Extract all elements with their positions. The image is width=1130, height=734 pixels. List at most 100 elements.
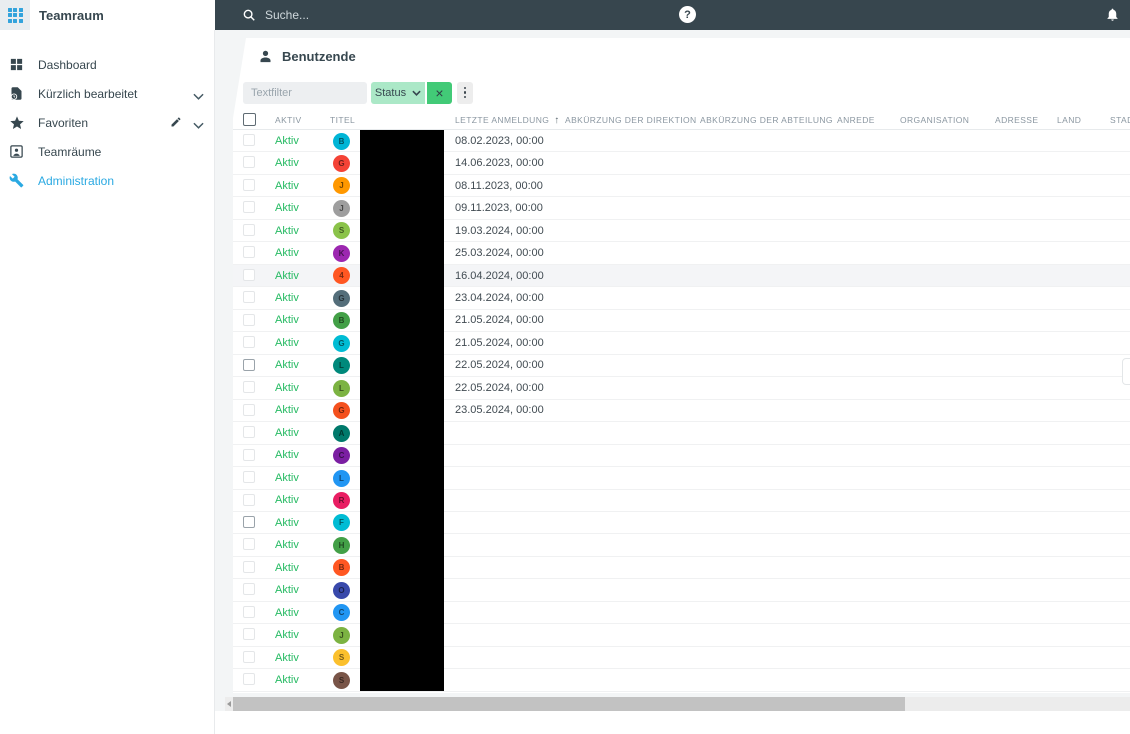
- status-active-label: Aktiv: [275, 265, 299, 286]
- status-filter-chip[interactable]: Status: [371, 82, 425, 104]
- avatar: O: [333, 582, 350, 599]
- row-checkbox[interactable]: [243, 651, 255, 663]
- avatar: B: [333, 133, 350, 150]
- row-checkbox[interactable]: [243, 179, 255, 191]
- column-header-stadt[interactable]: STADT: [1110, 110, 1130, 130]
- row-checkbox[interactable]: [243, 201, 255, 213]
- row-checkbox[interactable]: [243, 606, 255, 618]
- sidebar-item-label: Kürzlich bearbeitet: [38, 87, 137, 101]
- column-header-abkürzung-der-direktion[interactable]: ABKÜRZUNG DER DIREKTION: [565, 110, 697, 130]
- clear-status-filter-button[interactable]: ×: [427, 82, 452, 104]
- avatar: J: [333, 627, 350, 644]
- status-active-label: Aktiv: [275, 332, 299, 353]
- column-header-aktiv[interactable]: AKTIV: [275, 110, 302, 130]
- app-launcher-button[interactable]: [0, 0, 30, 30]
- row-checkbox[interactable]: [243, 471, 255, 483]
- avatar: S: [333, 649, 350, 666]
- sidebar-item-k-rzlich-bearbeitet[interactable]: Kürzlich bearbeitet: [0, 79, 214, 108]
- row-checkbox[interactable]: [243, 494, 255, 506]
- status-active-label: Aktiv: [275, 557, 299, 578]
- status-active-label: Aktiv: [275, 242, 299, 263]
- text-filter-input[interactable]: [243, 82, 367, 104]
- pencil-icon[interactable]: [170, 115, 182, 133]
- notifications-bell-icon[interactable]: [1105, 6, 1120, 28]
- sidebar-item-administration[interactable]: Administration: [0, 166, 214, 195]
- row-checkbox[interactable]: [243, 224, 255, 236]
- sidebar-item-label: Teamräume: [38, 145, 101, 159]
- avatar: B: [333, 559, 350, 576]
- topbar: Teamraum Suche... ?: [0, 0, 1130, 30]
- global-search[interactable]: Suche...: [242, 8, 309, 22]
- row-checkbox[interactable]: [243, 246, 255, 258]
- avatar: C: [333, 447, 350, 464]
- row-checkbox[interactable]: [243, 156, 255, 168]
- more-options-button[interactable]: [457, 82, 473, 104]
- sidebar: Dashboard Kürzlich bearbeitet Favoriten Tea…: [0, 30, 215, 734]
- topbar-dark: Suche... ?: [215, 0, 1130, 30]
- app-root: Teamraum Suche... ? Dashboard Kürzlich be…: [0, 0, 1130, 734]
- status-active-label: Aktiv: [275, 602, 299, 623]
- sidebar-item-dashboard[interactable]: Dashboard: [0, 50, 214, 79]
- avatar: G: [333, 402, 350, 419]
- row-checkbox[interactable]: [243, 538, 255, 550]
- column-header-abkürzung-der-abteilung[interactable]: ABKÜRZUNG DER ABTEILUNG: [700, 110, 833, 130]
- last-login-value: 16.04.2024, 00:00: [455, 265, 544, 286]
- status-active-label: Aktiv: [275, 152, 299, 173]
- chevron-down-icon[interactable]: [193, 87, 204, 105]
- status-active-label: Aktiv: [275, 490, 299, 511]
- wrench-icon: [8, 172, 25, 189]
- scroll-left-arrow-icon[interactable]: [227, 701, 231, 707]
- horizontal-scrollbar[interactable]: [225, 697, 1130, 711]
- row-checkbox[interactable]: [243, 449, 255, 461]
- row-checkbox[interactable]: [243, 628, 255, 640]
- status-active-label: Aktiv: [275, 310, 299, 331]
- row-checkbox[interactable]: [243, 336, 255, 348]
- column-header-organisation[interactable]: ORGANISATION: [900, 110, 969, 130]
- sidebar-item-teamr-ume[interactable]: Teamräume: [0, 137, 214, 166]
- column-header-anrede[interactable]: ANREDE: [837, 110, 875, 130]
- sidebar-item-label: Administration: [38, 174, 114, 188]
- sort-ascending-icon: ↑: [554, 115, 559, 126]
- column-header-letzte-anmeldung[interactable]: LETZTE ANMELDUNG↑: [455, 110, 560, 130]
- help-icon[interactable]: ?: [679, 6, 696, 23]
- row-checkbox[interactable]: [243, 269, 255, 281]
- last-login-value: 08.02.2023, 00:00: [455, 130, 544, 151]
- page-title: Benutzende: [282, 49, 356, 64]
- column-header-adresse[interactable]: ADRESSE: [995, 110, 1038, 130]
- dashboard-icon: [8, 56, 25, 73]
- app-grid-icon: [8, 8, 23, 23]
- row-checkbox[interactable]: [243, 583, 255, 595]
- status-active-label: Aktiv: [275, 512, 299, 533]
- status-active-label: Aktiv: [275, 669, 299, 690]
- row-checkbox[interactable]: [243, 359, 255, 371]
- avatar: C: [333, 604, 350, 621]
- column-header-land[interactable]: LAND: [1057, 110, 1081, 130]
- avatar: G: [333, 335, 350, 352]
- row-checkbox[interactable]: [243, 404, 255, 416]
- avatar: H: [333, 537, 350, 554]
- scrollbar-thumb[interactable]: [233, 697, 905, 711]
- status-active-label: Aktiv: [275, 445, 299, 466]
- row-checkbox[interactable]: [243, 134, 255, 146]
- select-all-checkbox[interactable]: [243, 113, 256, 126]
- last-login-value: 22.05.2024, 00:00: [455, 355, 544, 376]
- avatar: F: [333, 514, 350, 531]
- row-checkbox[interactable]: [243, 561, 255, 573]
- last-login-value: 09.11.2023, 00:00: [455, 197, 543, 218]
- sidebar-item-favoriten[interactable]: Favoriten: [0, 108, 214, 137]
- last-login-value: 23.05.2024, 00:00: [455, 400, 544, 421]
- status-active-label: Aktiv: [275, 220, 299, 241]
- app-header: Teamraum: [0, 0, 215, 30]
- last-login-value: 23.04.2024, 00:00: [455, 287, 544, 308]
- column-header-titel[interactable]: TITEL: [330, 110, 355, 130]
- row-checkbox[interactable]: [243, 673, 255, 685]
- avatar: R: [333, 492, 350, 509]
- card-header: Benutzende: [233, 38, 1130, 75]
- row-checkbox[interactable]: [243, 516, 255, 528]
- row-checkbox[interactable]: [243, 426, 255, 438]
- row-checkbox[interactable]: [243, 381, 255, 393]
- avatar: B: [333, 312, 350, 329]
- row-checkbox[interactable]: [243, 291, 255, 303]
- chevron-down-icon[interactable]: [193, 116, 204, 134]
- row-checkbox[interactable]: [243, 314, 255, 326]
